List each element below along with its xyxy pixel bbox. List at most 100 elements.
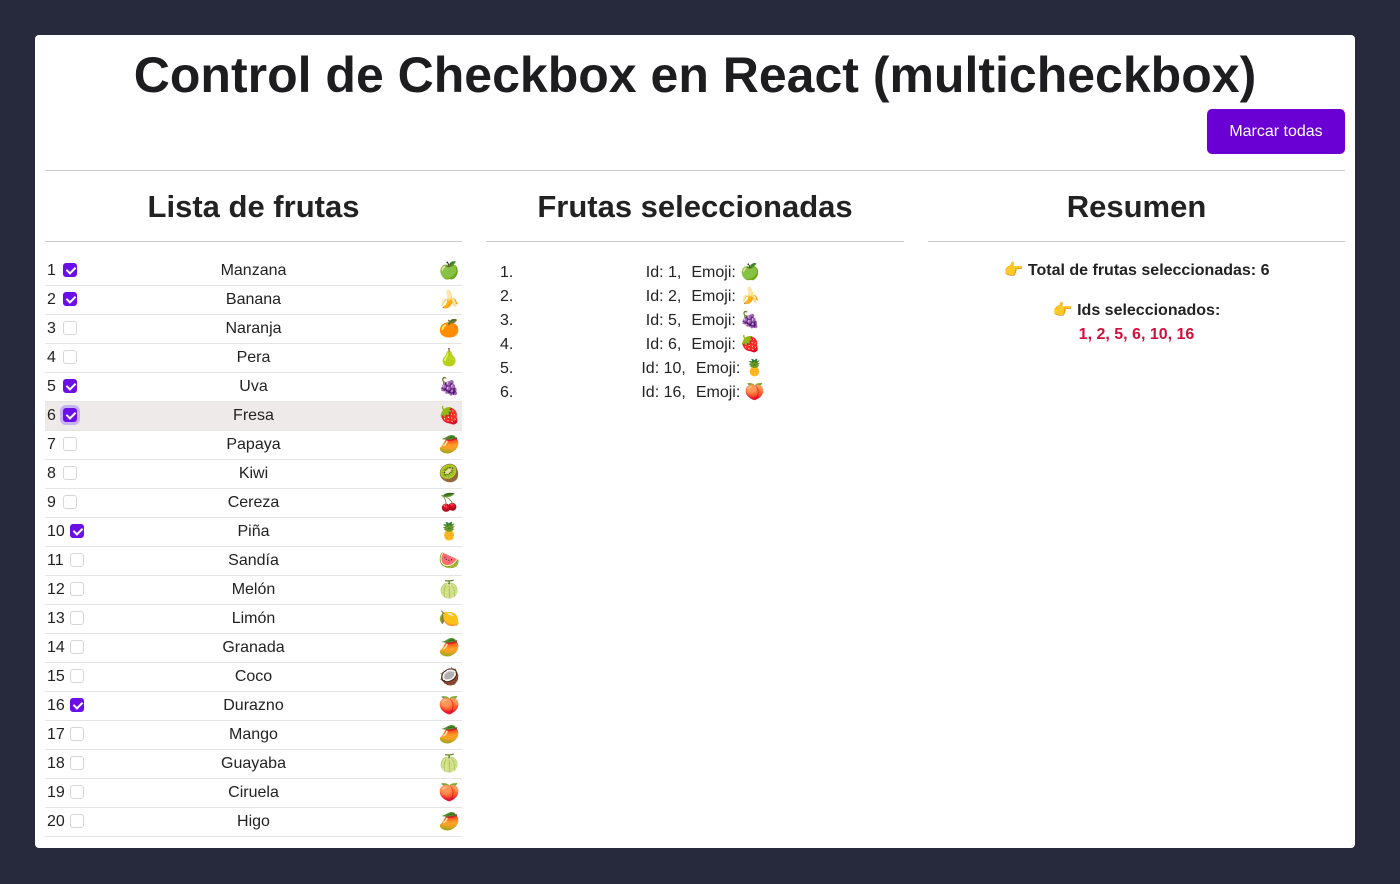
fruit-checkbox[interactable] — [63, 437, 77, 451]
fruit-number: 19 — [47, 784, 65, 801]
fruit-number: 17 — [47, 726, 65, 743]
fruit-name: Ciruela — [228, 784, 279, 801]
fruit-row: 13 Limón 🍋 — [45, 605, 462, 634]
fruit-name-cell: Banana — [45, 286, 462, 314]
fruit-row: 5 Uva 🍇 — [45, 373, 462, 402]
fruit-name-cell: Melón — [45, 576, 462, 604]
fruit-checkbox[interactable] — [70, 640, 84, 654]
fruit-number: 20 — [47, 813, 65, 830]
selected-item-emoji: Emoji: 🍍 — [695, 360, 765, 377]
fruit-emoji: 🍈 — [438, 580, 460, 599]
fruit-checkbox[interactable] — [63, 350, 77, 364]
selected-fruit-item: 3. Id: 5, Emoji: 🍇 — [486, 309, 904, 333]
fruit-name-cell: Durazno — [45, 692, 462, 720]
fruit-checkbox[interactable] — [63, 321, 77, 335]
fruit-row: 7 Papaya 🥭 — [45, 431, 462, 460]
selected-item-text: Id: 1, Emoji: 🍏 — [486, 261, 904, 285]
fruit-emoji: 🍑 — [438, 783, 460, 802]
fruit-name: Granada — [222, 639, 285, 656]
fruit-number: 12 — [47, 581, 65, 598]
fruit-emoji: 🍏 — [438, 261, 460, 280]
fruit-number: 3 — [47, 320, 56, 337]
fruit-checkbox[interactable] — [70, 611, 84, 625]
fruit-list-column: Lista de frutas 1 Manzana 🍏 2 Banana 🍌 3 Naranj… — [45, 171, 462, 837]
summary-column: Resumen 👉 Total de frutas seleccionadas:… — [928, 171, 1345, 348]
fruit-number: 15 — [47, 668, 65, 685]
fruit-row: 8 Kiwi 🥝 — [45, 460, 462, 489]
summary-panel: 👉 Total de frutas seleccionadas: 6 👉 Ids… — [928, 260, 1345, 348]
fruit-checkbox[interactable] — [70, 727, 84, 741]
fruit-checkbox[interactable] — [70, 582, 84, 596]
fruit-name-cell: Ciruela — [45, 779, 462, 807]
fruit-emoji: 🍑 — [438, 696, 460, 715]
selected-fruit-item: 1. Id: 1, Emoji: 🍏 — [486, 261, 904, 285]
ids-selected-value: 1, 2, 5, 6, 10, 16 — [1078, 326, 1195, 343]
fruit-row: 10 Piña 🍍 — [45, 518, 462, 547]
fruit-number: 9 — [47, 494, 56, 511]
selected-item-id: Id: 1, — [645, 264, 682, 281]
fruit-name: Banana — [225, 291, 282, 308]
fruit-number: 6 — [47, 407, 56, 424]
fruit-emoji: 🍌 — [438, 290, 460, 309]
fruit-number: 18 — [47, 755, 65, 772]
ids-selected-label: 👉 Ids seleccionados: — [1052, 302, 1221, 319]
fruit-checkbox[interactable] — [70, 669, 84, 683]
fruit-name-cell: Kiwi — [45, 460, 462, 488]
fruit-checkbox[interactable] — [63, 292, 77, 306]
fruit-number: 16 — [47, 697, 65, 714]
fruit-checkbox[interactable] — [63, 495, 77, 509]
fruit-emoji: 🍈 — [438, 754, 460, 773]
fruit-row: 3 Naranja 🍊 — [45, 315, 462, 344]
main-card: Control de Checkbox en React (multicheck… — [35, 35, 1355, 848]
fruit-emoji: 🍐 — [438, 348, 460, 367]
fruit-emoji: 🥭 — [438, 725, 460, 744]
fruit-name-cell: Guayaba — [45, 750, 462, 778]
fruit-row: 15 Coco 🥥 — [45, 663, 462, 692]
fruit-name-cell: Sandía — [45, 547, 462, 575]
fruit-checkbox[interactable] — [70, 814, 84, 828]
page-title: Control de Checkbox en React (multicheck… — [133, 47, 1257, 103]
fruit-name: Higo — [237, 813, 270, 830]
fruit-checkbox[interactable] — [70, 698, 84, 712]
selected-item-id: Id: 10, — [641, 360, 686, 377]
fruit-checkbox[interactable] — [63, 408, 77, 422]
fruit-emoji: 🍍 — [438, 522, 460, 541]
fruit-number: 7 — [47, 436, 56, 453]
fruit-emoji: 🍉 — [438, 551, 460, 570]
selected-fruit-item: 6. Id: 16, Emoji: 🍑 — [486, 381, 904, 405]
fruit-checkbox[interactable] — [63, 263, 77, 277]
fruit-row: 1 Manzana 🍏 — [45, 257, 462, 286]
fruit-name-cell: Higo — [45, 808, 462, 836]
selected-item-text: Id: 2, Emoji: 🍌 — [486, 285, 904, 309]
fruit-checkbox[interactable] — [63, 379, 77, 393]
fruit-emoji: 🍇 — [438, 377, 460, 396]
selected-item-id: Id: 5, — [645, 312, 682, 329]
fruit-name: Naranja — [225, 320, 282, 337]
selected-item-emoji: Emoji: 🍇 — [691, 312, 761, 329]
fruit-checkbox[interactable] — [63, 466, 77, 480]
fruit-list-title: Lista de frutas — [45, 171, 462, 242]
fruit-emoji: 🍊 — [438, 319, 460, 338]
fruit-emoji: 🍋 — [438, 609, 460, 628]
fruit-row: 17 Mango 🥭 — [45, 721, 462, 750]
fruit-name-cell: Piña — [45, 518, 462, 546]
fruit-checkbox[interactable] — [70, 553, 84, 567]
fruit-emoji: 🥝 — [438, 464, 460, 483]
fruit-number: 2 — [47, 291, 56, 308]
fruit-checkbox[interactable] — [70, 524, 84, 538]
fruit-number: 1 — [47, 262, 56, 279]
fruit-name-cell: Papaya — [45, 431, 462, 459]
fruit-number: 11 — [47, 552, 64, 569]
fruit-name: Papaya — [226, 436, 281, 453]
fruit-number: 5 — [47, 378, 56, 395]
mark-all-button[interactable]: Marcar todas — [1207, 109, 1345, 154]
selected-item-text: Id: 6, Emoji: 🍓 — [486, 333, 904, 357]
fruit-name: Piña — [237, 523, 270, 540]
selected-item-text: Id: 5, Emoji: 🍇 — [486, 309, 904, 333]
selected-fruits-list: 1. Id: 1, Emoji: 🍏 2. Id: 2, Emoji: 🍌 3. Id: 5,… — [486, 261, 904, 405]
fruit-checkbox[interactable] — [70, 785, 84, 799]
fruit-checkbox[interactable] — [70, 756, 84, 770]
fruit-row: 4 Pera 🍐 — [45, 344, 462, 373]
selected-item-text: Id: 16, Emoji: 🍑 — [486, 381, 904, 405]
selected-fruits-column: Frutas seleccionadas 1. Id: 1, Emoji: 🍏 2. I… — [486, 171, 904, 405]
